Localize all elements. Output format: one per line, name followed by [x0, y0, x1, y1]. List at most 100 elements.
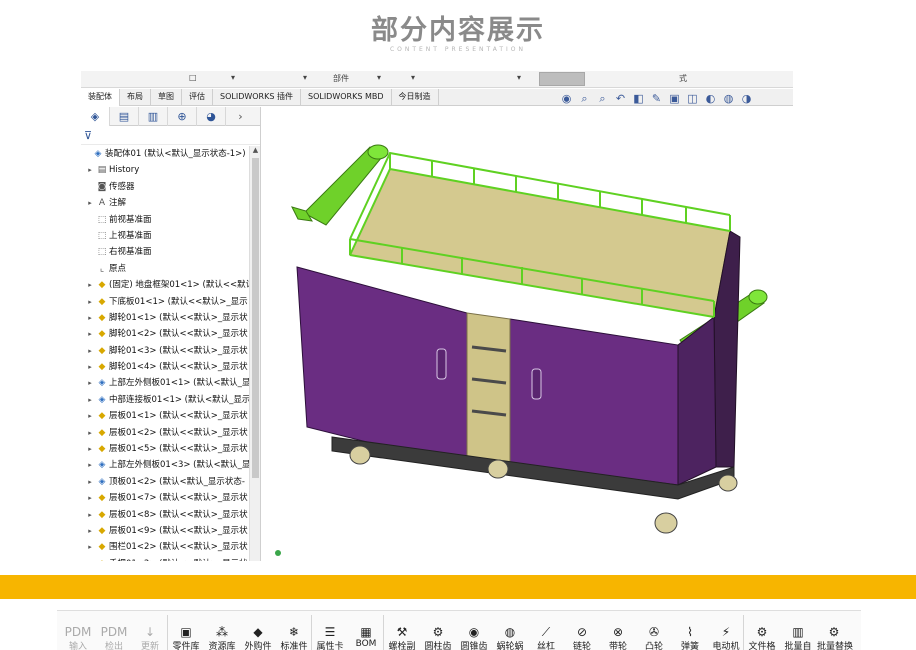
toolbar-button-3[interactable]: ▣ 零件库	[169, 625, 203, 650]
toolbar-button-4[interactable]: ⁂ 资源库	[205, 625, 239, 650]
expand-arrow-icon[interactable]: ▸	[85, 359, 95, 375]
toolbar-button-8[interactable]: ▦ BOM	[349, 625, 383, 649]
display-manager-icon[interactable]: ◕	[197, 107, 226, 126]
dropdown-arrow-icon[interactable]: ▾	[411, 73, 415, 82]
dropdown-arrow-icon[interactable]: ▾	[231, 73, 235, 82]
zoom-area-icon[interactable]: ⌕	[595, 91, 610, 106]
expand-arrow-icon[interactable]: ▸	[85, 326, 95, 342]
expand-arrow-icon[interactable]: ▸	[85, 507, 95, 523]
display-style-icon[interactable]: ▣	[667, 91, 682, 106]
edit-appearance-icon[interactable]: ◍	[721, 91, 736, 106]
tree-row[interactable]: ▸ ◆ 层板01<2> (默认<<默认>_显示状	[81, 425, 249, 441]
expand-arrow-icon[interactable]: ▸	[85, 162, 95, 178]
tab-5[interactable]: SOLIDWORKS MBD	[301, 89, 392, 106]
expand-arrow-icon[interactable]: ▸	[85, 457, 95, 473]
dynamic-annotation-icon[interactable]: ✎	[649, 91, 664, 106]
section-icon[interactable]: ◧	[631, 91, 646, 106]
toolbar-button-22[interactable]: 拼	[853, 625, 861, 650]
tree-row[interactable]: ⌞ 原点	[81, 261, 249, 277]
toolbar-button-14[interactable]: ⊘ 链轮	[565, 625, 599, 650]
expand-arrow-icon[interactable]: ▸	[85, 441, 95, 457]
zoom-fit-icon[interactable]: ⌕	[577, 91, 592, 106]
expand-arrow-icon[interactable]: ▸	[85, 277, 95, 293]
toolbar-button-18[interactable]: ⚡ 电动机	[709, 625, 743, 650]
filter-icon[interactable]: ⊽	[81, 126, 260, 145]
expand-arrow-icon[interactable]: ▸	[85, 425, 95, 441]
command-button[interactable]	[539, 72, 585, 86]
tree-row[interactable]: ⬚ 前视基准面	[81, 212, 249, 228]
tree-row[interactable]: ⬚ 上视基准面	[81, 228, 249, 244]
toolbar-button-1[interactable]: PDM 检出	[97, 625, 131, 650]
toolbar-button-16[interactable]: ✇ 凸轮	[637, 625, 671, 650]
toolbar-button-7[interactable]: ☰ 属性卡	[313, 625, 347, 650]
tree-scrollbar[interactable]: ▲	[249, 146, 260, 561]
dimxpert-icon[interactable]: ⊕	[168, 107, 197, 126]
checkbox-icon[interactable]: □	[189, 73, 197, 82]
tree-row[interactable]: ▸◆手把01<2> (默认<<默认>_显示状	[81, 556, 249, 561]
tree-row[interactable]: ◈ 装配体01 (默认<默认_显示状态-1>)	[81, 146, 249, 162]
scroll-thumb[interactable]	[252, 158, 259, 478]
tree-row[interactable]: ▸ ◆ 脚轮01<1> (默认<<默认>_显示状	[81, 310, 249, 326]
expand-arrow-icon[interactable]: ▸	[85, 523, 95, 539]
expand-arrow-icon[interactable]: ▸	[85, 539, 95, 555]
expand-arrow-icon[interactable]: ▸	[85, 343, 95, 359]
toolbar-button-6[interactable]: ❄ 标准件	[277, 625, 311, 650]
graphics-viewport[interactable]	[262, 107, 793, 561]
expand-arrow-icon[interactable]: ▸	[85, 392, 95, 408]
tree-row[interactable]: ▸ ◆ 脚轮01<3> (默认<<默认>_显示状	[81, 343, 249, 359]
expand-arrow-icon[interactable]: ▸	[85, 490, 95, 506]
view-orientation-icon[interactable]: ◫	[685, 91, 700, 106]
toolbar-button-17[interactable]: ⌇ 弹簧	[673, 625, 707, 650]
toolbar-button-19[interactable]: ⚙ 文件格	[745, 625, 779, 650]
toolbar-button-12[interactable]: ◍ 蜗轮蜗	[493, 625, 527, 650]
tree-row[interactable]: ▸ ◆ 层板01<5> (默认<<默认>_显示状	[81, 441, 249, 457]
toolbar-button-11[interactable]: ◉ 圆锥齿	[457, 625, 491, 650]
expand-arrow-icon[interactable]: ▸	[85, 195, 95, 211]
feature-manager-icon[interactable]: ◈	[81, 107, 110, 126]
tree-row[interactable]: ▸ ◆ 围栏01<2> (默认<<默认>_显示状	[81, 539, 249, 555]
toolbar-button-15[interactable]: ⊗ 带轮	[601, 625, 635, 650]
tree-row[interactable]: ▸ ◈ 上部左外侧板01<3> (默认<默认_显	[81, 457, 249, 473]
tab-6[interactable]: 今日制造	[392, 89, 439, 106]
property-manager-icon[interactable]: ▤	[110, 107, 139, 126]
dropdown-arrow-icon[interactable]: ▾	[377, 73, 381, 82]
toolbar-button-5[interactable]: ◆ 外购件	[241, 625, 275, 650]
tree-row[interactable]: ⬚ 右视基准面	[81, 244, 249, 260]
tree-row[interactable]: ▸ ◈ 上部左外侧板01<1> (默认<默认_显	[81, 375, 249, 391]
tree-row[interactable]: ▸ ◆ 脚轮01<2> (默认<<默认>_显示状	[81, 326, 249, 342]
expand-arrow-icon[interactable]: ▸	[85, 474, 95, 490]
expand-arrow-icon[interactable]: ▸	[85, 375, 95, 391]
tree-row[interactable]: ▸ ◆ 层板01<8> (默认<<默认>_显示状	[81, 507, 249, 523]
tab-2[interactable]: 草图	[151, 89, 182, 106]
toolbar-button-10[interactable]: ⚙ 圆柱齿	[421, 625, 455, 650]
tab-3[interactable]: 评估	[182, 89, 213, 106]
toolbar-button-20[interactable]: ▥ 批量自	[781, 625, 815, 650]
dropdown-arrow-icon[interactable]: ▾	[303, 73, 307, 82]
tree-row[interactable]: ▸ ▤ History	[81, 162, 249, 178]
tab-0[interactable]: 装配体	[81, 89, 120, 106]
tab-1[interactable]: 布局	[120, 89, 151, 106]
tree-row[interactable]: ▸ ◈ 顶板01<2> (默认<默认_显示状态-	[81, 474, 249, 490]
expand-arrow-icon[interactable]: ▸	[85, 408, 95, 424]
expand-arrow-icon[interactable]: ▸	[85, 310, 95, 326]
tree-row[interactable]: ▸ ◈ 中部连接板01<1> (默认<默认_显示	[81, 392, 249, 408]
expand-arrow-icon[interactable]: ▸	[85, 556, 95, 561]
view-orient-icon[interactable]: ◉	[559, 91, 574, 106]
tree-row[interactable]: ▸ ◆ 层板01<1> (默认<<默认>_显示状	[81, 408, 249, 424]
previous-view-icon[interactable]: ↶	[613, 91, 628, 106]
tree-row[interactable]: ▸ ◆ (固定) 地盘框架01<1> (默认<<默认	[81, 277, 249, 293]
tree-row[interactable]: ◙ 传感器	[81, 179, 249, 195]
toolbar-button-2[interactable]: ↓ 更新	[133, 625, 167, 650]
toolbar-button-21[interactable]: ⚙ 批量替换	[817, 625, 853, 650]
toolbar-button-9[interactable]: ⚒ 螺栓副	[385, 625, 419, 650]
config-manager-icon[interactable]: ▥	[139, 107, 168, 126]
toolbar-button-13[interactable]: ⟋ 丝杠	[529, 625, 563, 650]
tree-row[interactable]: ▸ ◆ 脚轮01<4> (默认<<默认>_显示状	[81, 359, 249, 375]
hide-show-icon[interactable]: ◐	[703, 91, 718, 106]
tree-row[interactable]: ▸ ◆ 层板01<9> (默认<<默认>_显示状	[81, 523, 249, 539]
tree-row[interactable]: ▸ A 注解	[81, 195, 249, 211]
tree-row[interactable]: ▸ ◆ 下底板01<1> (默认<<默认>_显示	[81, 294, 249, 310]
panel-expand-icon[interactable]: ›	[226, 107, 255, 126]
dropdown-arrow-icon[interactable]: ▾	[517, 73, 521, 82]
scene-icon[interactable]: ◑	[739, 91, 754, 106]
